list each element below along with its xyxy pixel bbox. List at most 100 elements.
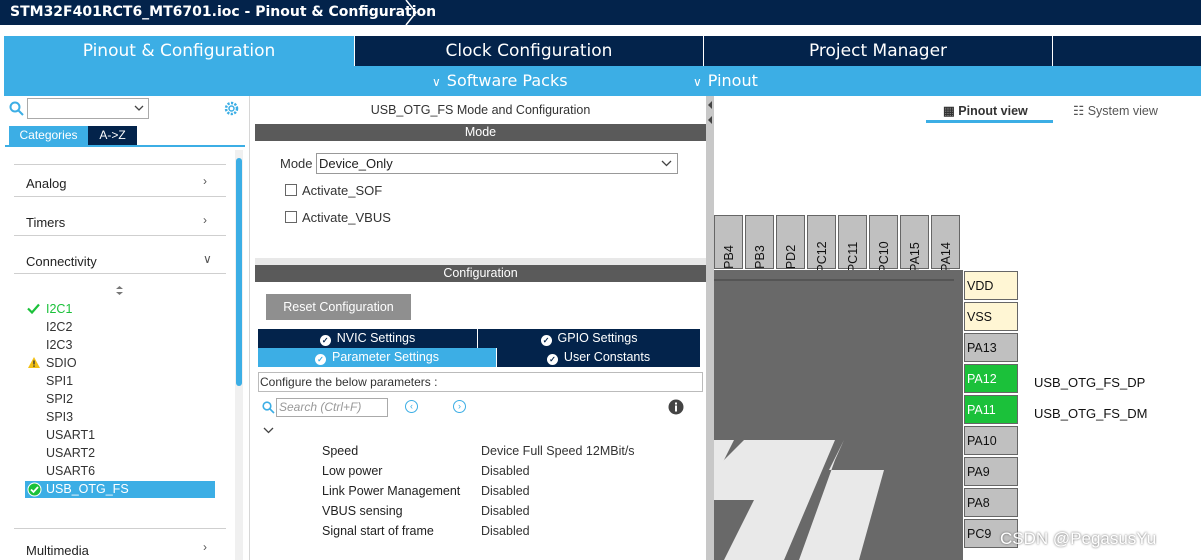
pin-pd2[interactable]: PD2 bbox=[776, 215, 805, 269]
mode-label: Mode bbox=[280, 156, 313, 171]
software-packs-menu[interactable]: ∨ Software Packs bbox=[432, 66, 568, 96]
peripheral-usart2[interactable]: USART2 bbox=[46, 446, 95, 460]
divider bbox=[14, 235, 226, 236]
param-value[interactable]: Disabled bbox=[481, 464, 530, 478]
param-value[interactable]: Device Full Speed 12MBit/s bbox=[481, 444, 635, 458]
pin-pa15[interactable]: PA15 bbox=[900, 215, 929, 272]
param-name: Speed bbox=[322, 444, 359, 458]
category-connectivity[interactable]: Connectivity bbox=[26, 254, 226, 269]
param-value[interactable]: Disabled bbox=[481, 524, 530, 538]
pin-pa13[interactable]: PA13 bbox=[964, 333, 1018, 362]
search-icon[interactable] bbox=[9, 101, 24, 116]
pinout-menu[interactable]: ∨ Pinout bbox=[693, 66, 758, 96]
software-packs-label: Software Packs bbox=[446, 71, 568, 90]
configure-instructions: Configure the below parameters : bbox=[258, 372, 703, 392]
tab-user-constants[interactable]: ✓ User Constants bbox=[497, 348, 700, 367]
chevron-right-icon[interactable]: › bbox=[203, 174, 207, 188]
tab-a-z[interactable]: A->Z bbox=[88, 126, 137, 145]
mode-select-value: Device_Only bbox=[319, 156, 393, 171]
chevron-down-icon[interactable]: ∨ bbox=[203, 252, 212, 266]
system-view-button[interactable]: ☷ System view bbox=[1073, 103, 1158, 118]
panel-splitter[interactable] bbox=[255, 258, 706, 265]
pinout-view-label: Pinout view bbox=[958, 104, 1028, 118]
peripheral-spi2[interactable]: SPI2 bbox=[46, 392, 73, 406]
category-search-combo[interactable] bbox=[27, 98, 149, 119]
param-name: VBUS sensing bbox=[322, 504, 403, 518]
chevron-right-icon[interactable]: › bbox=[203, 540, 207, 554]
mode-header: Mode bbox=[255, 124, 706, 141]
tab-clock-configuration[interactable]: Clock Configuration bbox=[355, 36, 703, 66]
peripheral-spi3[interactable]: SPI3 bbox=[46, 410, 73, 424]
main-tab-bar: Pinout & Configuration Clock Configurati… bbox=[4, 36, 1201, 66]
peripheral-i2c1[interactable]: I2C1 bbox=[46, 302, 72, 316]
spacer bbox=[0, 25, 1201, 36]
pin-vss[interactable]: VSS bbox=[964, 302, 1018, 331]
panel-divider[interactable] bbox=[706, 96, 714, 560]
sort-icon[interactable] bbox=[115, 285, 124, 296]
pin-pc10[interactable]: PC10 bbox=[869, 215, 898, 273]
pin-pc11[interactable]: PC11 bbox=[838, 215, 867, 273]
mode-select[interactable]: Device_Only bbox=[316, 153, 678, 174]
pin-pa12[interactable]: PA12 bbox=[964, 364, 1018, 393]
chevron-down-icon bbox=[134, 105, 144, 111]
reset-configuration-button[interactable]: Reset Configuration bbox=[266, 294, 411, 320]
pin-pa9[interactable]: PA9 bbox=[964, 457, 1018, 486]
info-icon[interactable] bbox=[668, 399, 684, 415]
pin-signal-label: USB_OTG_FS_DM bbox=[1034, 406, 1148, 421]
pinout-view-button[interactable]: ▦ Pinout view bbox=[943, 103, 1028, 118]
param-name: Signal start of frame bbox=[322, 524, 434, 538]
tab-parameter-settings[interactable]: ✓ Parameter Settings bbox=[258, 348, 496, 367]
previous-match-icon[interactable]: ‹ bbox=[405, 400, 418, 413]
category-multimedia[interactable]: Multimedia bbox=[26, 543, 226, 558]
pin-signal-label: USB_OTG_FS_DP bbox=[1034, 375, 1146, 390]
peripheral-usart6[interactable]: USART6 bbox=[46, 464, 95, 478]
tab-gpio-settings[interactable]: ✓ GPIO Settings bbox=[478, 329, 700, 348]
activate-sof-checkbox[interactable] bbox=[285, 184, 297, 196]
ok-icon: ✓ bbox=[315, 354, 326, 365]
pin-pb3[interactable]: PB3 bbox=[745, 215, 774, 269]
pin-vdd[interactable]: VDD bbox=[964, 271, 1018, 300]
category-timers[interactable]: Timers bbox=[26, 215, 226, 230]
left-scrollbar-thumb[interactable] bbox=[236, 158, 242, 386]
peripheral-i2c2[interactable]: I2C2 bbox=[46, 320, 72, 334]
tab-pinout-configuration[interactable]: Pinout & Configuration bbox=[4, 36, 354, 66]
divider bbox=[14, 196, 226, 197]
system-view-icon: ☷ bbox=[1073, 104, 1085, 118]
param-value[interactable]: Disabled bbox=[481, 504, 530, 518]
peripheral-i2c3[interactable]: I2C3 bbox=[46, 338, 72, 352]
peripheral-usb-otg-fs[interactable]: USB_OTG_FS bbox=[25, 481, 215, 498]
pin-label: PC11 bbox=[845, 241, 860, 273]
tab-project-manager[interactable]: Project Manager bbox=[704, 36, 1052, 66]
tab-nvic-settings[interactable]: ✓ NVIC Settings bbox=[258, 329, 477, 348]
next-match-icon[interactable]: › bbox=[453, 400, 466, 413]
pin-pa8[interactable]: PA8 bbox=[964, 488, 1018, 517]
peripheral-spi1[interactable]: SPI1 bbox=[46, 374, 73, 388]
gear-icon[interactable] bbox=[223, 100, 240, 117]
pin-pa14[interactable]: PA14 bbox=[931, 215, 960, 272]
window-title-bar: STM32F401RCT6_MT6701.ioc - Pinout & Conf… bbox=[0, 0, 1201, 25]
param-value[interactable]: Disabled bbox=[481, 484, 530, 498]
chevron-down-icon: ∨ bbox=[432, 75, 441, 89]
pin-pc12[interactable]: PC12 bbox=[807, 215, 836, 273]
parameter-search-input[interactable]: Search (Ctrl+F) bbox=[276, 398, 388, 417]
collapse-arrows-icon[interactable] bbox=[706, 100, 714, 126]
chevron-down-icon[interactable] bbox=[263, 427, 274, 434]
active-view-underline bbox=[926, 120, 1053, 123]
ok-icon: ✓ bbox=[319, 335, 331, 346]
category-analog[interactable]: Analog bbox=[26, 176, 226, 191]
peripheral-sdio[interactable]: SDIO bbox=[46, 356, 77, 370]
pin-pa11[interactable]: PA11 bbox=[964, 395, 1018, 424]
chevron-down-icon: ∨ bbox=[693, 75, 702, 89]
system-view-label: System view bbox=[1087, 104, 1158, 118]
pin-label: PA15 bbox=[907, 242, 922, 272]
chevron-right-icon[interactable]: › bbox=[203, 213, 207, 227]
pin-pb4[interactable]: PB4 bbox=[714, 215, 743, 269]
pinout-view-icon: ▦ bbox=[943, 104, 955, 118]
param-name: Link Power Management bbox=[322, 484, 461, 498]
pin-pa10[interactable]: PA10 bbox=[964, 426, 1018, 455]
activate-vbus-checkbox[interactable] bbox=[285, 211, 297, 223]
peripheral-usart1[interactable]: USART1 bbox=[46, 428, 95, 442]
tab-categories[interactable]: Categories bbox=[9, 126, 88, 145]
activate-vbus-label: Activate_VBUS bbox=[302, 210, 391, 225]
chevron-down-icon bbox=[661, 160, 672, 167]
